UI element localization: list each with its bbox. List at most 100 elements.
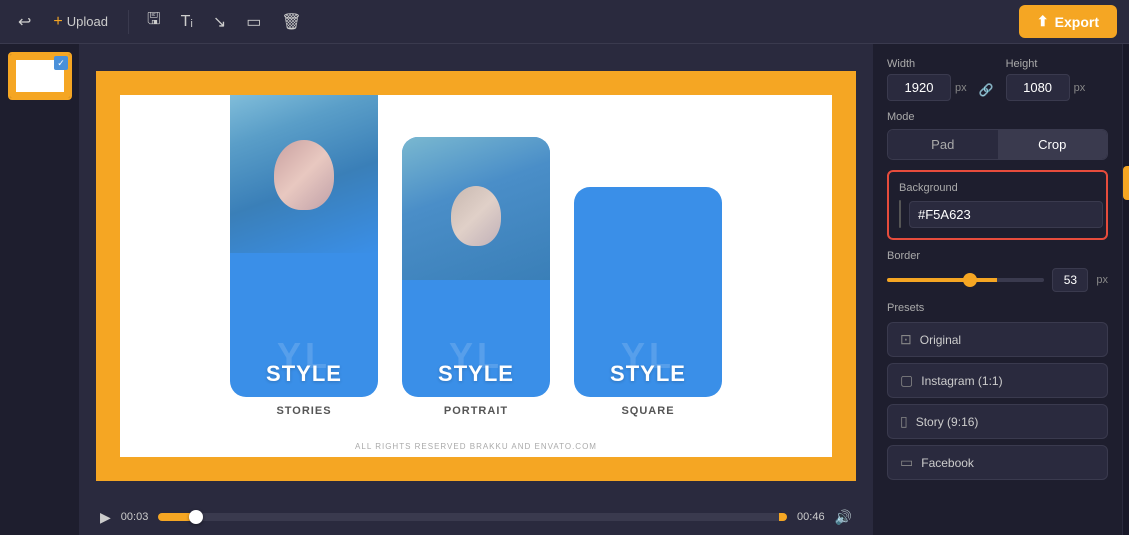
- card-stories-face: [230, 95, 378, 253]
- slider-row: px: [887, 268, 1108, 292]
- card-square-wrapper: YL STYLE SQUARE: [574, 187, 722, 417]
- icon-crop-button[interactable]: ⊡: [1123, 128, 1129, 162]
- link-icon-wrapper: 🔗: [979, 83, 994, 101]
- toolbar: ↩ + Upload 🖫 Tᵢ ↘ ▭ 🗑 ⬆ Export: [0, 0, 1129, 44]
- main-area: ✓ Y: [0, 44, 1129, 535]
- icon-text-button[interactable]: T: [1123, 204, 1129, 238]
- save-button[interactable]: 🖫: [141, 4, 167, 39]
- card-portrait[interactable]: YL STYLE: [402, 137, 550, 397]
- mode-label: Mode: [887, 111, 1108, 123]
- time-start: 00:03: [121, 511, 149, 523]
- preset-instagram-button[interactable]: ▢ Instagram (1:1): [887, 363, 1108, 398]
- width-input-row: px: [887, 74, 967, 101]
- bg-label: Background: [899, 182, 1096, 194]
- progress-track[interactable]: [158, 513, 787, 521]
- border-value[interactable]: [1052, 268, 1088, 292]
- background-section: Background: [887, 170, 1108, 240]
- height-label: Height: [1006, 58, 1086, 70]
- canvas-wrapper: YL STYLE STORIES: [96, 60, 856, 491]
- divider-1: [128, 10, 129, 34]
- width-group: Width px: [887, 58, 967, 101]
- right-panel-scroll[interactable]: Width px 🔗 Height px: [873, 44, 1122, 535]
- presets-label: Presets: [887, 302, 1108, 314]
- color-input[interactable]: [909, 201, 1103, 228]
- icon-elements-button[interactable]: ⁘: [1123, 242, 1129, 276]
- height-input-row: px: [1006, 74, 1086, 101]
- left-sidebar: ✓: [0, 44, 80, 535]
- preset-story-label: Story (9:16): [916, 415, 979, 429]
- border-unit: px: [1096, 274, 1108, 286]
- preset-original-icon: ⊡: [900, 331, 912, 348]
- card-stories[interactable]: YL STYLE: [230, 95, 378, 397]
- width-input[interactable]: [887, 74, 951, 101]
- card-portrait-face: [402, 137, 550, 280]
- icon-template-button[interactable]: ⊟: [1123, 318, 1129, 352]
- card-square[interactable]: YL STYLE: [574, 187, 722, 397]
- rect-tool-button[interactable]: ▭: [240, 8, 267, 36]
- preset-facebook-button[interactable]: ▭ Facebook: [887, 445, 1108, 480]
- thumbnail-check: ✓: [54, 56, 68, 70]
- preset-facebook-label: Facebook: [921, 456, 974, 470]
- upload-button[interactable]: + Upload: [45, 9, 116, 35]
- width-unit: px: [955, 82, 967, 94]
- mode-row: Mode Pad Crop: [887, 111, 1108, 160]
- mode-pad-button[interactable]: Pad: [888, 130, 998, 159]
- icon-anchor-button[interactable]: ⊕: [1123, 166, 1129, 200]
- width-label: Width: [887, 58, 967, 70]
- mode-crop-button[interactable]: Crop: [998, 130, 1108, 159]
- time-end: 00:46: [797, 511, 825, 523]
- right-panel: Width px 🔗 Height px: [872, 44, 1122, 535]
- icon-bar: ⊞ ☰ ⊡ ⊕ T ⁘ ≡ ⊟: [1122, 44, 1129, 535]
- preset-original-button[interactable]: ⊡ Original: [887, 322, 1108, 357]
- volume-icon[interactable]: 🔊: [835, 509, 852, 526]
- progress-end: [779, 513, 787, 521]
- preset-story-icon: ▯: [900, 413, 908, 430]
- border-section: Border px: [887, 250, 1108, 292]
- timeline: ▶ 00:03 00:46 🔊: [96, 499, 856, 535]
- card-stories-style: STYLE: [266, 361, 342, 397]
- bg-color-row: [899, 200, 1096, 228]
- card-portrait-label: PORTRAIT: [444, 405, 508, 417]
- card-stories-wrapper: YL STYLE STORIES: [230, 95, 378, 417]
- arrow-tool-button[interactable]: ↘: [207, 8, 232, 36]
- thumbnail-1[interactable]: ✓: [8, 52, 72, 100]
- canvas[interactable]: YL STYLE STORIES: [96, 71, 856, 481]
- undo-button[interactable]: ↩: [12, 8, 37, 36]
- delete-button[interactable]: 🗑: [275, 8, 307, 36]
- progress-thumb[interactable]: [189, 510, 203, 524]
- card-stories-label: STORIES: [276, 405, 331, 417]
- upload-label: Upload: [67, 14, 108, 29]
- export-icon: ⬆: [1037, 13, 1049, 30]
- face-circle-portrait: [451, 186, 501, 246]
- card-stories-photo: [230, 95, 378, 253]
- link-icon[interactable]: 🔗: [979, 83, 994, 97]
- mode-buttons: Pad Crop: [887, 129, 1108, 160]
- preset-facebook-icon: ▭: [900, 454, 913, 471]
- copyright: ALL RIGHTS RESERVED BRAKKU AND ENVATO.CO…: [120, 442, 832, 451]
- canvas-area: YL STYLE STORIES: [80, 44, 872, 535]
- export-button[interactable]: ⬆ Export: [1019, 5, 1117, 38]
- icon-layers-button[interactable]: ☰: [1123, 90, 1129, 124]
- height-input[interactable]: [1006, 74, 1070, 101]
- face-circle-stories: [274, 140, 334, 210]
- height-unit: px: [1074, 82, 1086, 94]
- text-tool-button[interactable]: Tᵢ: [175, 9, 199, 35]
- border-slider[interactable]: [887, 278, 1044, 282]
- dimensions-row: Width px 🔗 Height px: [887, 58, 1108, 101]
- card-portrait-style: STYLE: [438, 361, 514, 397]
- border-label: Border: [887, 250, 1108, 262]
- plus-icon: +: [53, 13, 62, 31]
- height-group: Height px: [1006, 58, 1086, 101]
- presets-section: Presets ⊡ Original ▢ Instagram (1:1) ▯ S…: [887, 302, 1108, 480]
- play-button[interactable]: ▶: [100, 509, 111, 526]
- card-portrait-wrapper: YL STYLE PORTRAIT: [402, 137, 550, 417]
- preset-story-button[interactable]: ▯ Story (9:16): [887, 404, 1108, 439]
- preset-instagram-label: Instagram (1:1): [921, 374, 1002, 388]
- card-square-style: STYLE: [610, 361, 686, 397]
- export-label: Export: [1055, 14, 1099, 30]
- card-square-label: SQUARE: [621, 405, 674, 417]
- icon-grid-button[interactable]: ⊞: [1123, 52, 1129, 86]
- card-portrait-photo: [402, 137, 550, 280]
- color-swatch[interactable]: [899, 200, 901, 228]
- icon-sliders-button[interactable]: ≡: [1123, 280, 1129, 314]
